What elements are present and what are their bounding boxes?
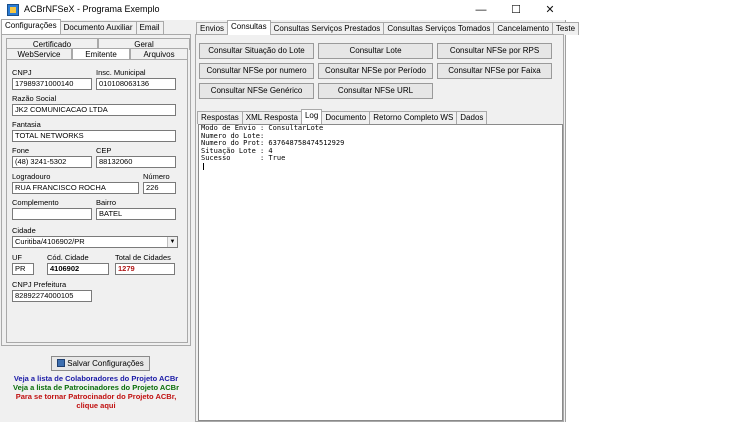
log-line: Sucesso : True	[201, 154, 286, 163]
complemento-label: Complemento	[12, 198, 59, 207]
razao-field[interactable]: JK2 COMUNICACAO LTDA	[12, 104, 176, 116]
cidade-label: Cidade	[12, 226, 36, 235]
consultar-nfse-rps-button[interactable]: Consultar NFSe por RPS	[437, 43, 552, 59]
fone-label: Fone	[12, 146, 30, 155]
complemento-field[interactable]	[12, 208, 92, 220]
razao-label: Razão Social	[12, 94, 57, 103]
uf-label: UF	[12, 253, 22, 262]
patrocinador-link-line2[interactable]: clique aqui	[0, 401, 192, 410]
consultar-nfse-numero-button[interactable]: Consultar NFSe por numero	[199, 63, 314, 79]
cep-label: CEP	[96, 146, 112, 155]
main-window: ACBrNFSeX - Programa Exemplo — ☐ ✕ Confi…	[0, 0, 580, 422]
colaboradores-link[interactable]: Veja a lista de Colaboradores do Projeto…	[0, 374, 192, 383]
save-disk-icon	[57, 359, 66, 367]
cep-field[interactable]: 88132060	[96, 156, 176, 168]
bairro-label: Bairro	[96, 198, 117, 207]
minimize-button[interactable]: —	[464, 0, 498, 20]
tab-consultas[interactable]: Consultas	[227, 20, 271, 35]
consultar-nfse-periodo-button[interactable]: Consultar NFSe por Período	[318, 63, 433, 79]
tab-email[interactable]: Email	[135, 21, 164, 34]
fantasia-field[interactable]: TOTAL NETWORKS	[12, 130, 176, 142]
cnpj-label: CNPJ	[12, 68, 32, 77]
uf-field[interactable]: PR	[12, 263, 34, 275]
consultar-nfse-url-button[interactable]: Consultar NFSe URL	[318, 83, 433, 99]
tab-xml-resposta[interactable]: XML Resposta	[241, 111, 302, 124]
consultar-nfse-faixa-button[interactable]: Consultar NFSe por Faixa	[437, 63, 552, 79]
response-tabstrip: Respostas XML Resposta Log Documento Ret…	[197, 109, 488, 124]
cnpj-field[interactable]: 17989371000140	[12, 78, 92, 90]
chevron-down-icon[interactable]: ▼	[167, 237, 177, 247]
configuracoes-panel: Certificado Geral WebService Emitente Ar…	[1, 34, 191, 346]
tab-dados[interactable]: Dados	[456, 111, 488, 124]
tab-configuracoes[interactable]: Configurações	[1, 19, 61, 34]
cnpj-prefeitura-field[interactable]: 82892274000105	[12, 290, 92, 302]
emitente-panel: CNPJ 17989371000140 Insc. Municipal 0101…	[6, 59, 188, 343]
patrocinadores-link[interactable]: Veja a lista de Patrocinadores do Projet…	[0, 383, 192, 392]
cnpj-prefeitura-label: CNPJ Prefeitura	[12, 280, 67, 289]
im-label: Insc. Municipal	[96, 68, 146, 77]
tab-log[interactable]: Log	[300, 109, 323, 124]
window-title: ACBrNFSeX - Programa Exemplo	[24, 4, 160, 14]
numero-field[interactable]: 226	[143, 182, 176, 194]
log-cursor-line	[199, 162, 562, 173]
consultar-nfse-generico-button[interactable]: Consultar NFSe Genérico	[199, 83, 314, 99]
left-tabstrip: Configurações Documento Auxiliar Email	[1, 19, 164, 34]
tab-respostas[interactable]: Respostas	[197, 111, 243, 124]
total-cidades-label: Total de Cidades	[115, 253, 171, 262]
cidade-select-value: Curitiba/4106902/PR	[15, 237, 85, 246]
logradouro-field[interactable]: RUA FRANCISCO ROCHA	[12, 182, 139, 194]
cod-cidade-label: Cód. Cidade	[47, 253, 89, 262]
tab-documento[interactable]: Documento	[321, 111, 371, 124]
cod-cidade-field[interactable]: 4106902	[47, 263, 109, 275]
save-config-label: Salvar Configurações	[67, 359, 144, 368]
tab-retorno-completo[interactable]: Retorno Completo WS	[369, 111, 458, 124]
total-cidades-field: 1279	[115, 263, 175, 275]
text-cursor	[203, 162, 204, 170]
tab-documento-auxiliar[interactable]: Documento Auxiliar	[59, 21, 137, 34]
app-icon	[7, 4, 19, 16]
maximize-button[interactable]: ☐	[499, 0, 533, 20]
close-button[interactable]: ✕	[533, 0, 567, 20]
title-bar: ACBrNFSeX - Programa Exemplo — ☐ ✕	[0, 0, 566, 20]
patrocinador-link-line1[interactable]: Para se tornar Patrocinador do Projeto A…	[0, 392, 192, 401]
fone-field[interactable]: (48) 3241-5302	[12, 156, 92, 168]
log-memo[interactable]: Modo de Envio : ConsultarLote Numero do …	[198, 124, 563, 421]
consultar-situacao-lote-button[interactable]: Consultar Situação do Lote	[199, 43, 314, 59]
logradouro-label: Logradouro	[12, 172, 51, 181]
save-config-button[interactable]: Salvar Configurações	[51, 356, 150, 371]
numero-label: Número	[143, 172, 170, 181]
fantasia-label: Fantasia	[12, 120, 41, 129]
cidade-select[interactable]: Curitiba/4106902/PR ▼	[12, 236, 178, 248]
bairro-field[interactable]: BATEL	[96, 208, 176, 220]
consultar-lote-button[interactable]: Consultar Lote	[318, 43, 433, 59]
im-field[interactable]: 010108063136	[96, 78, 176, 90]
